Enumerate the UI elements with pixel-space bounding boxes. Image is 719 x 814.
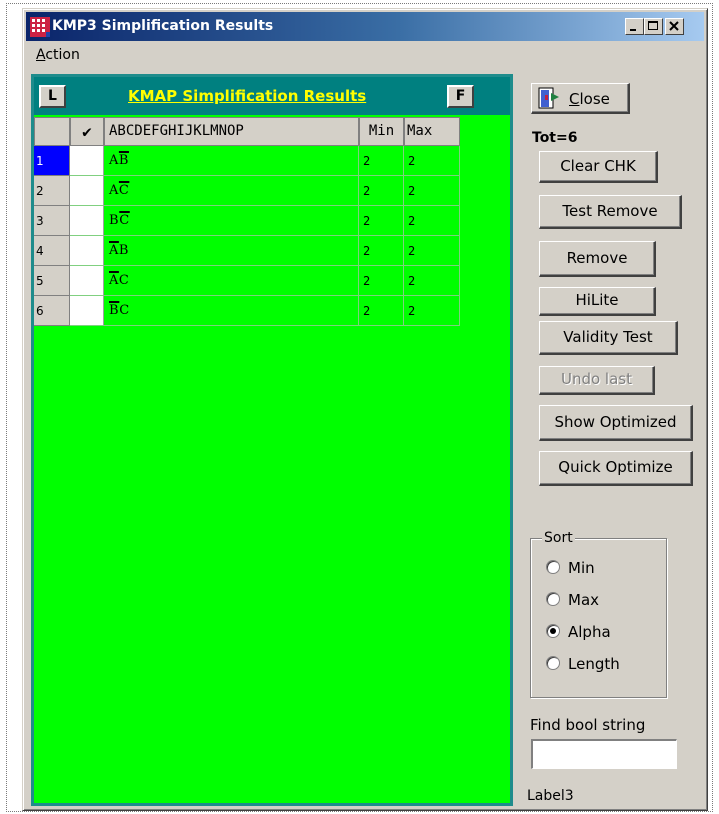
variable: B: [109, 213, 120, 228]
min-cell[interactable]: 2: [359, 176, 404, 206]
l-button[interactable]: L: [39, 85, 66, 108]
sort-option-length[interactable]: Length: [546, 655, 620, 675]
remove-button[interactable]: Remove: [539, 241, 656, 277]
title-bar[interactable]: KMP3 Simplification Results: [26, 12, 704, 41]
sort-group: Sort Min Max Alpha Length: [530, 530, 667, 698]
min-column-header[interactable]: Min: [359, 117, 404, 146]
f-button[interactable]: F: [447, 85, 474, 108]
negated-variable: A: [109, 273, 119, 288]
term-cell[interactable]: BC: [104, 296, 359, 326]
sort-option-min[interactable]: Min: [546, 559, 595, 579]
max-cell[interactable]: 2: [404, 206, 460, 236]
row-number-header: [34, 117, 70, 146]
min-cell[interactable]: 2: [359, 236, 404, 266]
row-checkbox[interactable]: [70, 236, 104, 266]
variable: C: [119, 303, 130, 318]
max-cell[interactable]: 2: [404, 146, 460, 176]
find-label: Find bool string: [530, 716, 646, 734]
close-button[interactable]: Close: [531, 83, 630, 114]
sort-option-alpha[interactable]: Alpha: [546, 623, 611, 643]
radio-button[interactable]: [546, 592, 560, 606]
sort-option-max[interactable]: Max: [546, 591, 599, 611]
grid-header: L KMAP Simplification Results F: [34, 77, 510, 115]
term-cell[interactable]: BC: [104, 206, 359, 236]
undo-last-button[interactable]: Undo last: [539, 366, 655, 395]
term-cell[interactable]: AB: [104, 236, 359, 266]
row-number[interactable]: 3: [34, 206, 70, 236]
min-cell[interactable]: 2: [359, 146, 404, 176]
test-remove-button[interactable]: Test Remove: [539, 195, 682, 229]
maximize-button[interactable]: [644, 18, 663, 35]
row-number[interactable]: 6: [34, 296, 70, 326]
check-column-header[interactable]: ✔: [70, 117, 104, 146]
close-rest: lose: [579, 90, 610, 108]
results-grid[interactable]: L KMAP Simplification Results F ✔ ABCDEF…: [31, 74, 513, 806]
max-cell[interactable]: 2: [404, 296, 460, 326]
radio-button[interactable]: [546, 560, 560, 574]
radio-selected-dot: [550, 628, 556, 634]
window-title: KMP3 Simplification Results: [52, 18, 274, 34]
menu-bar: Action: [26, 42, 704, 66]
variable: C: [118, 273, 130, 288]
negated-variable: B: [109, 303, 120, 318]
variable: A: [109, 153, 119, 168]
negated-variable: B: [118, 153, 129, 168]
minimize-button[interactable]: [625, 18, 644, 35]
quick-optimize-button[interactable]: Quick Optimize: [539, 451, 693, 486]
show-optimized-button[interactable]: Show Optimized: [539, 405, 693, 441]
radio-label: Length: [568, 655, 620, 673]
row-number[interactable]: 2: [34, 176, 70, 206]
close-icon: [669, 21, 679, 31]
variable: A: [109, 183, 119, 198]
min-cell[interactable]: 2: [359, 206, 404, 236]
grid-title-link[interactable]: KMAP Simplification Results: [128, 87, 366, 105]
max-cell[interactable]: 2: [404, 176, 460, 206]
negated-variable: C: [118, 183, 130, 198]
row-checkbox[interactable]: [70, 146, 104, 176]
find-input[interactable]: [531, 739, 677, 769]
radio-label: Min: [568, 559, 595, 577]
negated-variable: C: [119, 213, 130, 228]
sort-legend: Sort: [542, 530, 575, 546]
max-cell[interactable]: 2: [404, 236, 460, 266]
validity-test-button[interactable]: Validity Test: [539, 321, 678, 355]
menu-action-rest: ction: [45, 47, 80, 63]
min-cell[interactable]: 2: [359, 266, 404, 296]
variable: B: [118, 243, 129, 258]
row-checkbox[interactable]: [70, 296, 104, 326]
maximize-icon: [648, 21, 658, 30]
clear-chk-button[interactable]: Clear CHK: [539, 151, 658, 183]
terms-column-header[interactable]: ABCDEFGHIJKLMNOP: [104, 117, 359, 146]
total-label: Tot=6: [532, 130, 578, 146]
row-number[interactable]: 1: [34, 146, 70, 176]
max-cell[interactable]: 2: [404, 266, 460, 296]
row-checkbox[interactable]: [70, 176, 104, 206]
row-checkbox[interactable]: [70, 266, 104, 296]
max-column-header[interactable]: Max: [404, 117, 460, 146]
close-button-label: Close: [569, 90, 610, 108]
negated-variable: A: [109, 243, 119, 258]
grid-app-icon: [30, 17, 50, 37]
results-window: KMP3 Simplification Results Action L KMA…: [22, 8, 708, 811]
menu-action-accelerator: A: [36, 47, 46, 63]
status-label: Label3: [527, 788, 574, 804]
min-cell[interactable]: 2: [359, 296, 404, 326]
close-accelerator: C: [569, 90, 580, 108]
radio-button[interactable]: [546, 624, 560, 638]
hilite-button[interactable]: HiLite: [539, 287, 656, 316]
close-window-button[interactable]: [665, 18, 684, 35]
row-number[interactable]: 5: [34, 266, 70, 296]
radio-label: Alpha: [568, 623, 611, 641]
minimize-icon: [630, 29, 636, 31]
row-checkbox[interactable]: [70, 206, 104, 236]
radio-label: Max: [568, 591, 600, 609]
door-exit-icon: [538, 87, 559, 109]
menu-action[interactable]: Action: [36, 47, 80, 63]
radio-button[interactable]: [546, 656, 560, 670]
row-number[interactable]: 4: [34, 236, 70, 266]
term-cell[interactable]: AC: [104, 176, 359, 206]
term-cell[interactable]: AC: [104, 266, 359, 296]
term-cell[interactable]: AB: [104, 146, 359, 176]
